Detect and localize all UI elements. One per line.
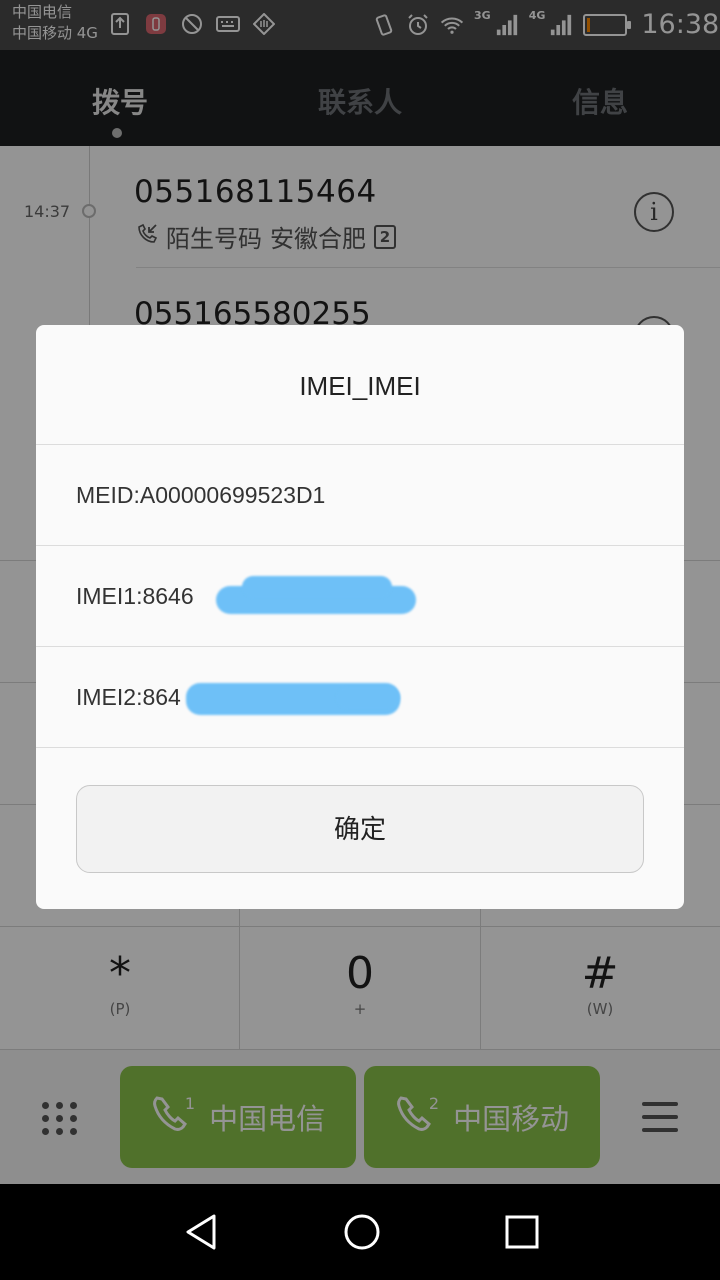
meid-row: MEID:A00000699523D1 (36, 445, 684, 546)
dialog-title: IMEI_IMEI (36, 325, 684, 445)
imei1-row: IMEI1:8646 (36, 546, 684, 647)
meid-value: MEID:A00000699523D1 (76, 482, 326, 508)
recents-icon[interactable] (502, 1212, 542, 1252)
back-icon[interactable] (182, 1212, 222, 1252)
redaction-mark (242, 576, 392, 598)
redaction-mark (336, 687, 400, 709)
imei-dialog: IMEI_IMEI MEID:A00000699523D1 IMEI1:8646… (36, 325, 684, 909)
imei2-value: IMEI2:864 (76, 684, 181, 710)
home-icon[interactable] (342, 1212, 382, 1252)
confirm-button[interactable]: 确定 (76, 785, 644, 873)
navigation-bar (0, 1184, 720, 1280)
imei2-row: IMEI2:864 (36, 647, 684, 748)
imei1-value: IMEI1:8646 (76, 583, 194, 609)
